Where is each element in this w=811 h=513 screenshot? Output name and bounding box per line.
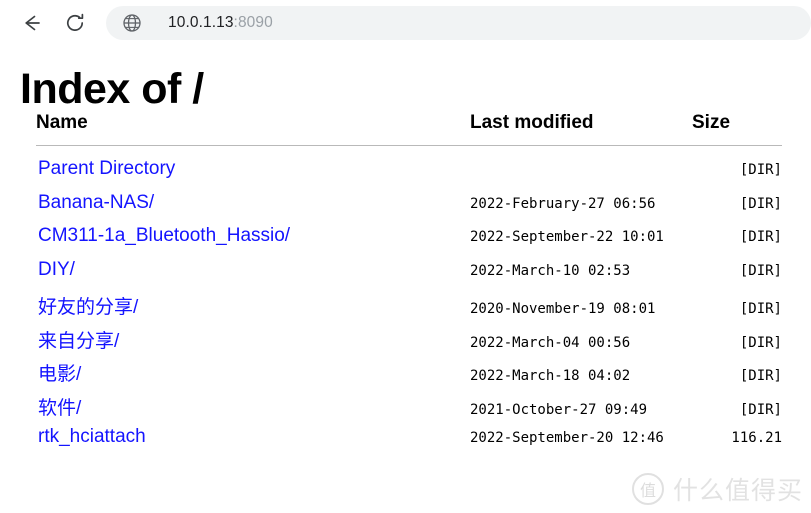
table-row: Banana-NAS/ 2022-February-27 06:56 [DIR]	[36, 192, 782, 226]
entry-size: [DIR]	[739, 195, 782, 212]
table-row: 来自分享/ 2022-March-04 00:56 [DIR]	[36, 326, 782, 360]
back-button[interactable]	[14, 6, 48, 40]
entry-link[interactable]: DIY/	[36, 259, 75, 281]
table-row: Parent Directory [DIR]	[36, 158, 782, 192]
table-row: 电影/ 2022-March-18 04:02 [DIR]	[36, 359, 782, 393]
entry-link[interactable]: Parent Directory	[36, 158, 175, 180]
entry-modified: 2022-March-10 02:53	[470, 262, 631, 279]
browser-toolbar: 10.0.1.13:8090	[0, 0, 811, 45]
entry-link[interactable]: CM311-1a_Bluetooth_Hassio/	[36, 225, 290, 247]
url-text: 10.0.1.13:8090	[168, 14, 273, 32]
url-host: 10.0.1.13	[168, 13, 234, 31]
url-bar[interactable]: 10.0.1.13:8090	[106, 5, 811, 40]
entry-name-cell: 软件/	[36, 393, 470, 427]
column-header-name[interactable]: Name	[36, 112, 470, 144]
entry-link[interactable]: 软件/	[36, 393, 81, 420]
entry-size: [DIR]	[739, 262, 782, 279]
entry-link[interactable]: Banana-NAS/	[36, 192, 154, 214]
entry-name-cell: 好友的分享/	[36, 292, 470, 326]
directory-listing: Name Last modified Size Parent Directory…	[0, 112, 811, 460]
url-port: :8090	[233, 13, 273, 31]
table-header-row: Name Last modified Size	[36, 112, 782, 144]
directory-entries: Parent Directory [DIR] Banana-NAS/ 2022-…	[36, 158, 782, 460]
entry-name-cell: CM311-1a_Bluetooth_Hassio/	[36, 225, 470, 259]
table-row: 软件/ 2021-October-27 09:49 [DIR]	[36, 393, 782, 427]
entry-size: 116.21	[731, 430, 782, 447]
entry-modified: 2022-September-22 10:01	[470, 229, 664, 246]
entry-size: [DIR]	[739, 334, 782, 351]
page-content: Index of / Name Last modified Size Paren…	[0, 45, 811, 513]
entry-size: [DIR]	[739, 301, 782, 318]
entry-link[interactable]: rtk_hciattach	[36, 426, 146, 448]
watermark-text: 什么值得买	[672, 476, 803, 505]
entry-name-cell: Banana-NAS/	[36, 192, 470, 226]
entry-size: [DIR]	[739, 401, 782, 418]
entry-size: [DIR]	[739, 162, 782, 179]
entry-modified: 2022-September-20 12:46	[470, 430, 664, 447]
table-row: 好友的分享/ 2020-November-19 08:01 [DIR]	[36, 292, 782, 326]
entry-name-cell: 来自分享/	[36, 326, 470, 360]
entry-modified	[470, 158, 692, 192]
watermark-badge: 值	[631, 473, 664, 505]
entry-modified: 2022-February-27 06:56	[470, 195, 656, 212]
entry-size: [DIR]	[739, 368, 782, 385]
entry-modified: 2022-March-04 00:56	[470, 334, 631, 351]
watermark: 值 什么值得买	[631, 471, 803, 507]
entry-link[interactable]: 电影/	[36, 359, 81, 386]
reload-button[interactable]	[58, 6, 92, 40]
table-row: CM311-1a_Bluetooth_Hassio/ 2022-Septembe…	[36, 225, 782, 259]
reload-icon	[67, 13, 84, 31]
table-row: DIY/ 2022-March-10 02:53 [DIR]	[36, 259, 782, 293]
entry-modified: 2020-November-19 08:01	[470, 301, 656, 318]
table-row: rtk_hciattach 2022-September-20 12:46 11…	[36, 426, 782, 460]
back-arrow-icon	[25, 15, 40, 30]
page-title: Index of /	[20, 65, 204, 113]
entry-name-cell: rtk_hciattach	[36, 426, 470, 460]
entry-modified: 2022-March-18 04:02	[470, 368, 631, 385]
globe-icon	[123, 13, 141, 32]
entry-name-cell: DIY/	[36, 259, 470, 293]
entry-name-cell: Parent Directory	[36, 158, 470, 192]
entry-name-cell: 电影/	[36, 359, 470, 393]
directory-table: Name Last modified Size Parent Directory…	[36, 112, 782, 460]
entry-modified: 2021-October-27 09:49	[470, 401, 648, 418]
entry-link[interactable]: 好友的分享/	[36, 292, 138, 319]
header-spacer	[36, 146, 782, 159]
column-header-last-modified[interactable]: Last modified	[470, 112, 692, 144]
entry-size: [DIR]	[739, 229, 782, 246]
entry-link[interactable]: 来自分享/	[36, 326, 119, 353]
column-header-size[interactable]: Size	[692, 112, 782, 144]
